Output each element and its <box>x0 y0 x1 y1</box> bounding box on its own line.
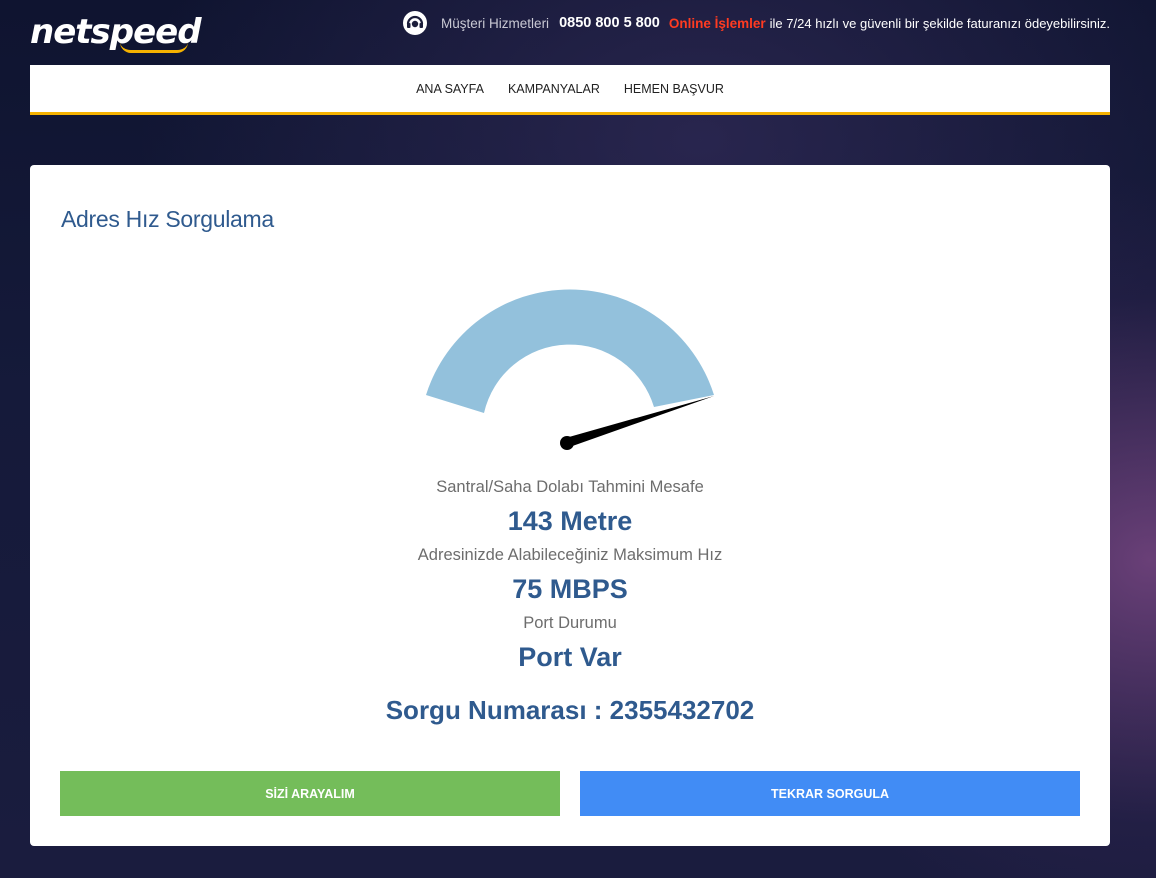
card-title: Adres Hız Sorgulama <box>61 206 274 233</box>
query-number: Sorgu Numarası : 2355432702 <box>385 695 755 725</box>
query-again-button[interactable]: TEKRAR SORGULA <box>580 771 1080 816</box>
nav-item-apply-now[interactable]: HEMEN BAŞVUR <box>624 82 724 96</box>
call-me-button[interactable]: SİZİ ARAYALIM <box>60 771 560 816</box>
nav-item-home[interactable]: ANA SAYFA <box>416 82 484 96</box>
port-status-value: Port Var <box>518 642 622 672</box>
tagline-text: ile 7/24 hızlı ve güvenli bir şekilde fa… <box>769 15 1110 31</box>
logo-swoosh <box>120 42 188 53</box>
headset-icon <box>403 11 428 35</box>
speed-query-card: Adres Hız Sorgulama Santral/Saha Dolabı … <box>30 165 1110 846</box>
top-info-bar: Müşteri Hizmetleri 0850 800 5 800 Online… <box>403 10 1110 36</box>
nav-item-campaigns[interactable]: KAMPANYALAR <box>508 82 600 96</box>
distance-value: 143 Metre <box>507 506 633 536</box>
distance-label: Santral/Saha Dolabı Tahmini Mesafe <box>436 478 704 496</box>
gauge-needle-pivot <box>560 436 574 450</box>
online-transactions-link[interactable]: Online İşlemler <box>669 16 766 31</box>
main-nav: ANA SAYFA KAMPANYALAR HEMEN BAŞVUR <box>30 65 1110 115</box>
max-speed-value: 75 MBPS <box>512 574 628 604</box>
speed-gauge <box>410 275 730 475</box>
query-results: Santral/Saha Dolabı Tahmini Mesafe 143 M… <box>30 475 1110 679</box>
max-speed-label: Adresinizde Alabileceğiniz Maksimum Hız <box>417 546 723 564</box>
gauge-arc <box>426 289 714 413</box>
gauge-needle <box>564 396 714 449</box>
port-status-label: Port Durumu <box>523 614 617 632</box>
customer-service-label: Müşteri Hizmetleri <box>441 15 550 31</box>
phone-number[interactable]: 0850 800 5 800 <box>559 15 660 31</box>
